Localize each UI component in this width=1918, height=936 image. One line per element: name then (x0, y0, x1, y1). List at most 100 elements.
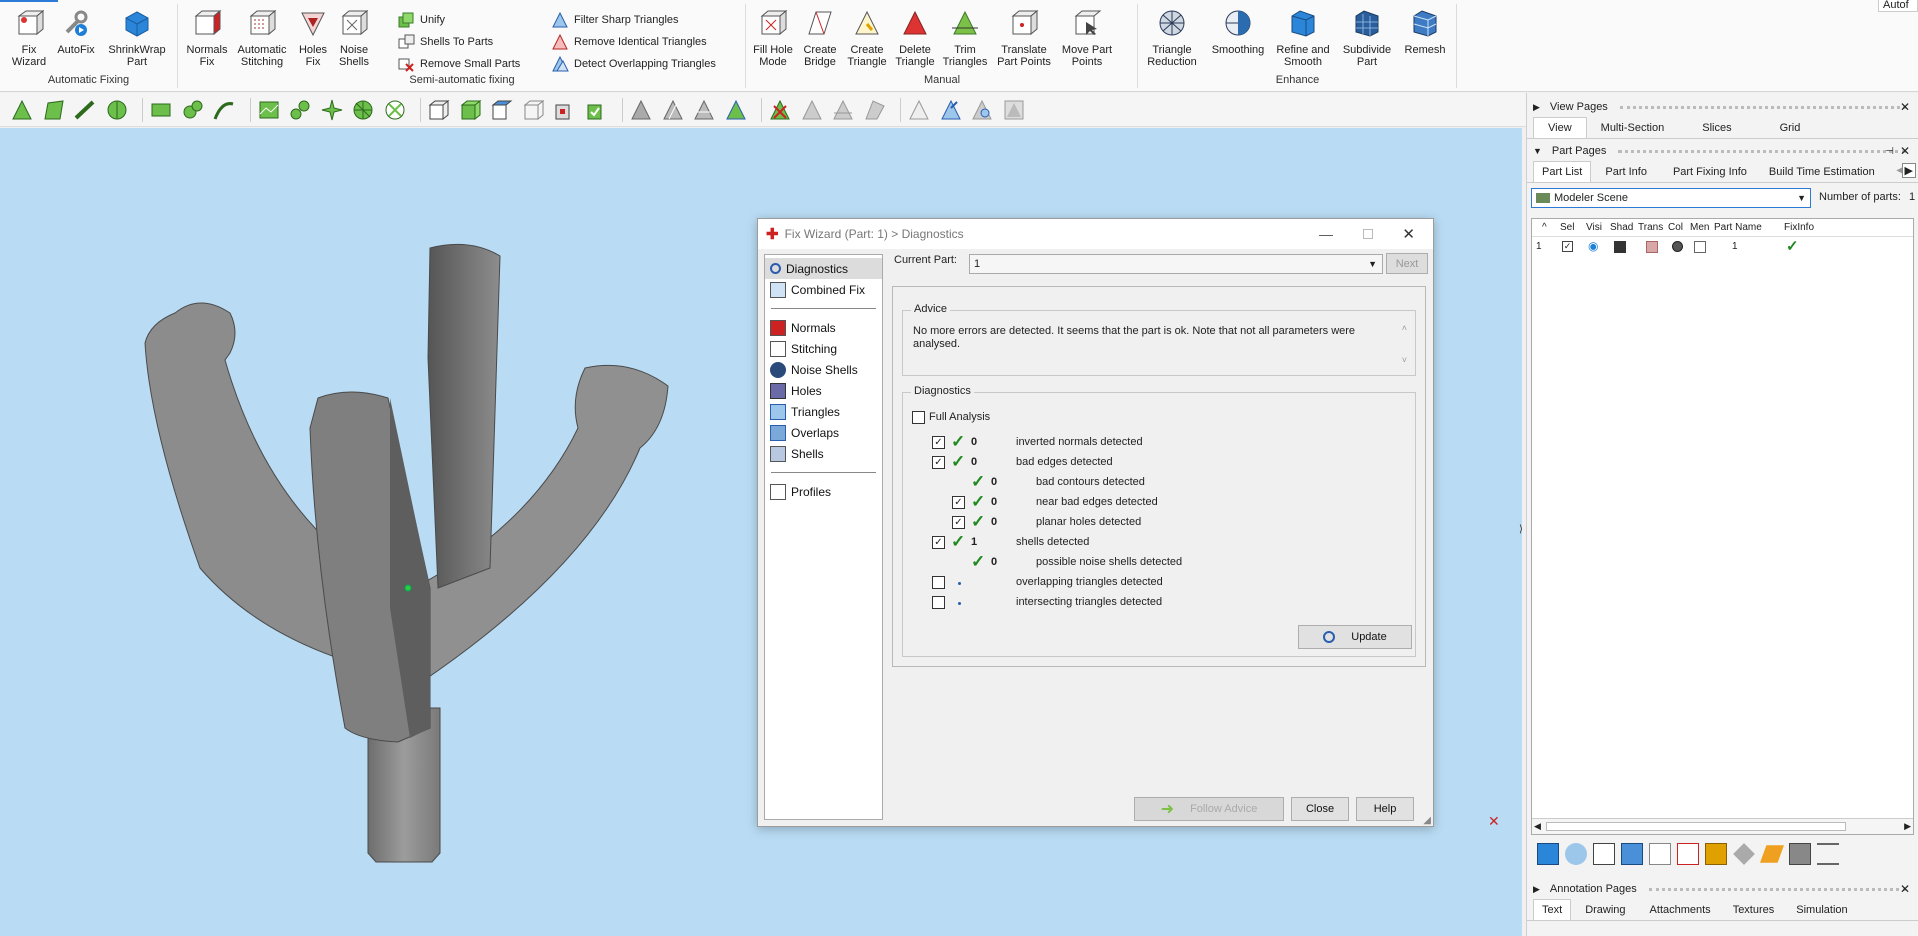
expand-icon[interactable]: ▶ (1533, 102, 1540, 113)
inverted-normals-checkbox[interactable]: ✓ (932, 436, 945, 449)
tri-gray-3-icon[interactable] (692, 98, 716, 122)
tri-delete-icon[interactable] (768, 98, 792, 122)
tri-faded-2-icon[interactable] (831, 98, 855, 122)
create-triangle-button[interactable]: Create Triangle (845, 8, 889, 68)
transparency-icon[interactable] (1646, 241, 1658, 253)
refresh-icon[interactable] (1565, 843, 1587, 865)
drag-handle[interactable] (1648, 887, 1906, 891)
rectangle-select-icon[interactable] (149, 98, 173, 122)
nav-profiles[interactable]: Profiles (765, 481, 882, 502)
nav-overlaps[interactable]: Overlaps (765, 422, 882, 443)
eraser-icon[interactable] (1759, 845, 1785, 863)
near-bad-edges-checkbox[interactable]: ✓ (952, 496, 965, 509)
shells-to-parts-button[interactable]: Shells To Parts (397, 32, 493, 52)
col-men[interactable]: Men (1690, 222, 1709, 233)
col-trans[interactable]: Trans (1638, 222, 1663, 233)
annotation-pages-header[interactable]: ▶ Annotation Pages ✕ (1527, 879, 1918, 899)
shrinkwrap-button[interactable]: ShrinkWrap Part (104, 8, 170, 68)
wheel-select-icon[interactable] (351, 98, 375, 122)
col-part-name[interactable]: Part Name (1714, 222, 1762, 233)
nav-noise-shells[interactable]: Noise Shells (765, 359, 882, 380)
scene-select[interactable]: Modeler Scene ▼ (1531, 188, 1811, 208)
delete-triangle-button[interactable]: Delete Triangle (893, 8, 937, 68)
smoothing-button[interactable]: Smoothing (1209, 8, 1267, 56)
col-sel[interactable]: Sel (1560, 222, 1574, 233)
tri-blue-icon[interactable] (939, 98, 963, 122)
horizontal-scrollbar[interactable]: ◀ ▶ (1532, 818, 1913, 834)
tab-part-list[interactable]: Part List (1533, 161, 1592, 182)
cube-green-icon[interactable] (459, 98, 483, 122)
translate-part-points-button[interactable]: Translate Part Points (993, 8, 1055, 68)
drag-handle[interactable] (1618, 149, 1906, 153)
lasso-select-icon[interactable] (181, 98, 205, 122)
shade-icon[interactable] (1614, 241, 1626, 253)
shells-checkbox[interactable]: ✓ (932, 536, 945, 549)
help-button[interactable]: Help (1356, 797, 1414, 821)
select-by-height-icon[interactable] (257, 98, 281, 122)
tri-faded-1-icon[interactable] (800, 98, 824, 122)
tab-slices[interactable]: Slices (1678, 118, 1755, 138)
cube-invert-icon[interactable] (553, 98, 577, 122)
current-part-select[interactable]: 1 ▼ (969, 254, 1383, 274)
scroll-left-icon[interactable]: ◀ (1534, 821, 1541, 832)
move-part-points-button[interactable]: Move Part Points (1059, 8, 1115, 68)
overlapping-checkbox[interactable] (932, 576, 945, 589)
disk-icon[interactable] (1789, 843, 1811, 865)
maximize-icon[interactable] (1363, 229, 1373, 239)
col-visi[interactable]: Visi (1586, 222, 1602, 233)
brush-icon[interactable] (1733, 843, 1755, 865)
cube-wire-icon[interactable] (522, 98, 546, 122)
close-icon[interactable]: ✕ (1900, 144, 1910, 158)
nav-normals[interactable]: Normals (765, 317, 882, 338)
select-triangle-icon[interactable] (10, 98, 34, 122)
bad-edges-checkbox[interactable]: ✓ (932, 456, 945, 469)
automatic-stitching-button[interactable]: Automatic Stitching (233, 8, 291, 68)
cube-blue-icon[interactable] (490, 98, 514, 122)
trim-triangles-button[interactable]: Trim Triangles (941, 8, 989, 68)
collapse-icon[interactable]: ▼ (1533, 146, 1542, 156)
add-part-icon[interactable] (1537, 843, 1559, 865)
part-pages-header[interactable]: ▼ Part Pages ⊣ ✕ (1527, 141, 1918, 161)
viewport-axis-close-icon[interactable]: ✕ (1488, 813, 1500, 830)
close-icon[interactable]: ✕ (1402, 225, 1415, 243)
cube-outline-icon[interactable] (1649, 843, 1671, 865)
update-button[interactable]: Update (1298, 625, 1412, 649)
select-flat-icon[interactable] (73, 98, 97, 122)
minimize-icon[interactable]: — (1319, 226, 1333, 242)
normals-fix-button[interactable]: Normals Fix (185, 8, 229, 68)
view-pages-header[interactable]: ▶ View Pages ✕ (1527, 97, 1918, 117)
table-row[interactable]: 1 ✓ ◉ 1 ✓ (1532, 237, 1913, 255)
holes-fix-button[interactable]: Holes Fix (295, 8, 331, 68)
nav-stitching[interactable]: Stitching (765, 338, 882, 359)
color-icon[interactable] (1672, 241, 1683, 252)
select-surface-icon[interactable] (42, 98, 66, 122)
intersecting-checkbox[interactable] (932, 596, 945, 609)
tri-box-icon[interactable] (1002, 98, 1026, 122)
tri-faded-3-icon[interactable] (863, 98, 887, 122)
next-button[interactable]: Next (1386, 253, 1428, 274)
tab-attachments[interactable]: Attachments (1640, 900, 1721, 920)
select-all-icon[interactable] (1593, 843, 1615, 865)
tab-scroll-right-icon[interactable]: ▶ (1901, 163, 1916, 178)
detect-overlapping-button[interactable]: Detect Overlapping Triangles (551, 54, 716, 74)
tri-gray-1-icon[interactable] (629, 98, 653, 122)
planar-holes-checkbox[interactable]: ✓ (952, 516, 965, 529)
noise-shells-button[interactable]: Noise Shells (335, 8, 373, 68)
sphere-select-icon[interactable] (383, 98, 407, 122)
scroll-thumb[interactable] (1546, 822, 1846, 831)
col-shad[interactable]: Shad (1610, 222, 1633, 233)
cube-all-icon[interactable] (585, 98, 609, 122)
panel-splitter-icon[interactable]: ⟩ (1519, 524, 1523, 535)
refine-smooth-button[interactable]: Refine and Smooth (1273, 8, 1333, 68)
tab-grid[interactable]: Grid (1756, 118, 1825, 138)
advice-scroll-down-icon[interactable]: ˅ (1402, 355, 1407, 365)
tab-build-time[interactable]: Build Time Estimation (1759, 162, 1885, 182)
subdivide-part-button[interactable]: Subdivide Part (1339, 8, 1395, 68)
resize-grip-icon[interactable]: ◢ (1423, 815, 1431, 826)
triangle-reduction-button[interactable]: Triangle Reduction (1143, 8, 1201, 68)
nav-diagnostics[interactable]: Diagnostics (765, 258, 882, 279)
sort-icon[interactable]: ^ (1542, 222, 1547, 233)
advice-scroll-up-icon[interactable]: ˄ (1402, 323, 1407, 333)
eye-icon[interactable]: ◉ (1588, 239, 1598, 253)
remesh-button[interactable]: Remesh (1401, 8, 1449, 56)
